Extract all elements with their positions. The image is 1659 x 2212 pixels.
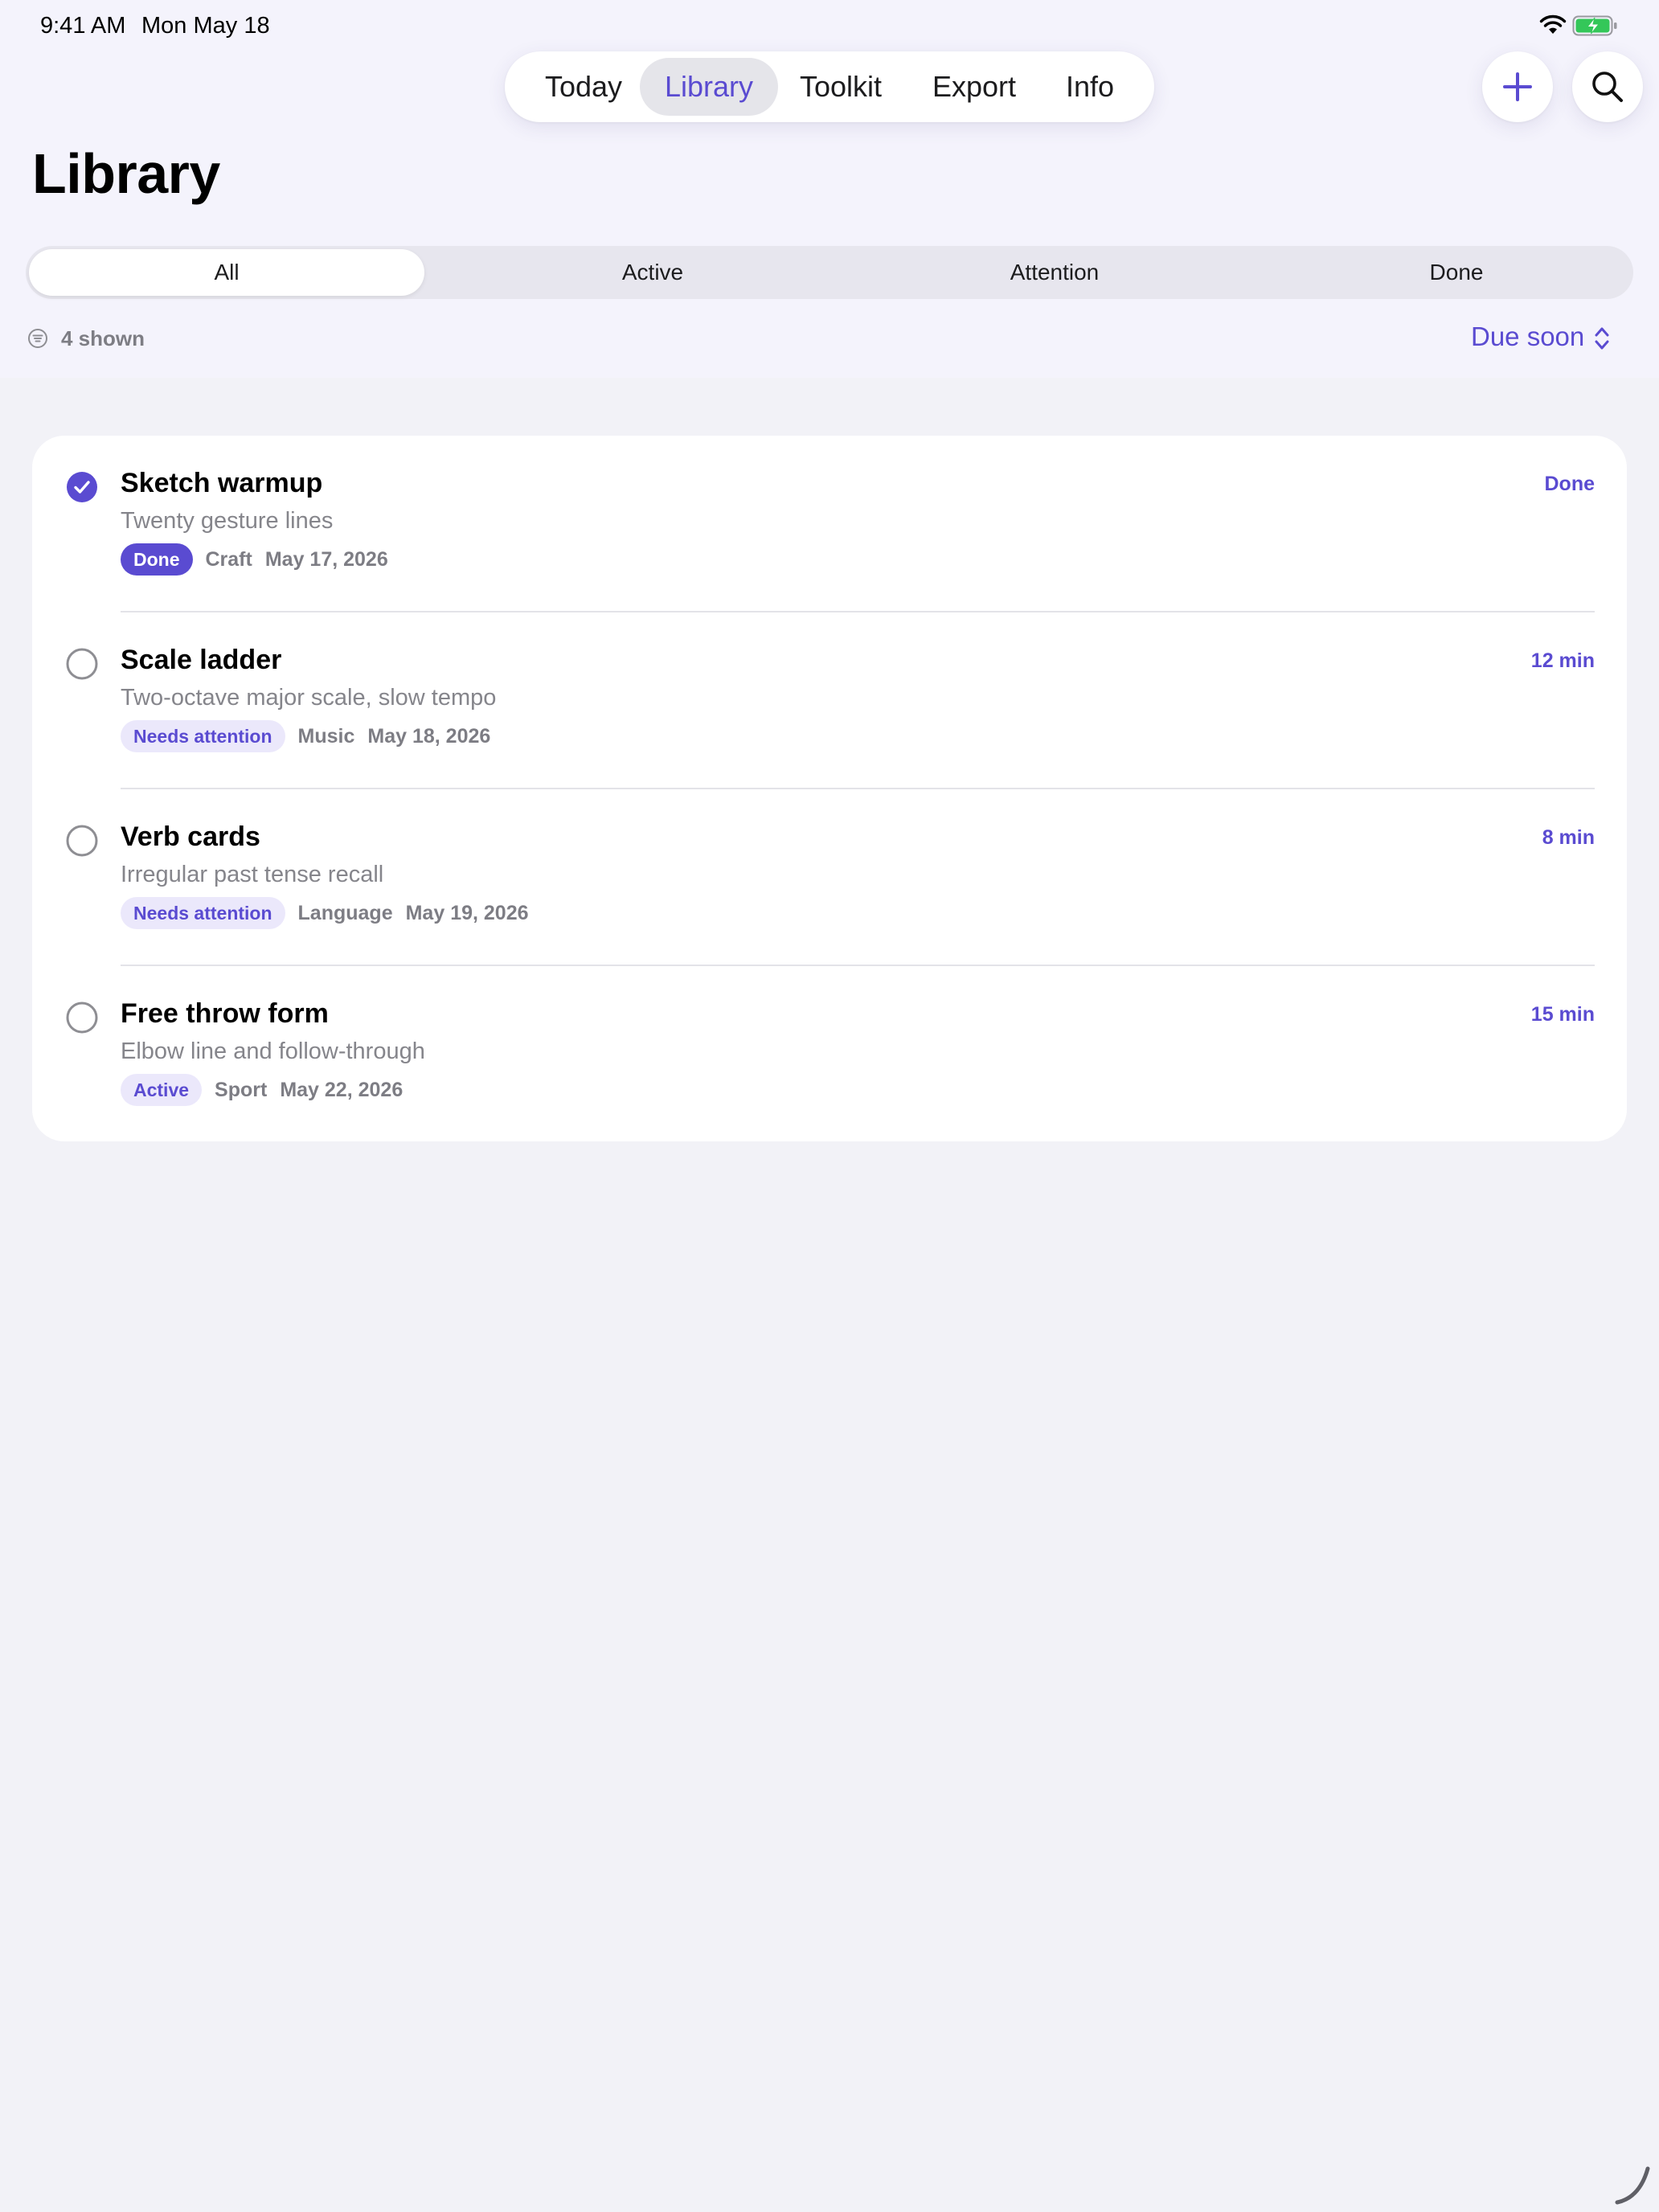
item-meta: Active Sport May 22, 2026	[121, 1074, 403, 1106]
filter-lines-icon	[28, 329, 47, 348]
item-title: Verb cards	[121, 821, 260, 852]
status-badge: Needs attention	[121, 720, 285, 752]
top-tab-bar: Today Library Toolkit Export Info	[505, 51, 1154, 122]
item-subtitle: Twenty gesture lines	[121, 508, 334, 534]
item-title: Sketch warmup	[121, 468, 323, 498]
item-duration: 15 min	[1530, 1003, 1595, 1026]
item-subtitle: Irregular past tense recall	[121, 862, 384, 887]
empty-circle-icon[interactable]	[66, 648, 98, 680]
item-meta: Needs attention Music May 18, 2026	[121, 720, 490, 752]
tab-today[interactable]: Today	[524, 58, 643, 116]
add-button[interactable]	[1482, 51, 1553, 122]
segment-done[interactable]: Done	[1256, 249, 1657, 296]
tab-toolkit[interactable]: Toolkit	[778, 58, 903, 116]
status-bar: 9:41 AM Mon May 18	[0, 0, 1659, 51]
wifi-icon	[1539, 14, 1567, 34]
item-date: May 22, 2026	[280, 1079, 403, 1101]
status-badge: Active	[121, 1074, 203, 1106]
tab-info[interactable]: Info	[1045, 58, 1135, 116]
item-title: Free throw form	[121, 998, 329, 1029]
page-title: Library	[32, 142, 220, 205]
tab-library[interactable]: Library	[640, 58, 778, 116]
list-item[interactable]: Free throw form Elbow line and follow-th…	[32, 966, 1627, 1143]
item-subtitle: Elbow line and follow-through	[121, 1038, 425, 1064]
list-item[interactable]: Scale ladder Two-octave major scale, slo…	[32, 612, 1627, 789]
empty-circle-icon[interactable]	[66, 825, 98, 857]
status-date: Mon May 18	[141, 13, 270, 39]
segment-all[interactable]: All	[29, 249, 424, 296]
status-badge: Needs attention	[121, 897, 285, 929]
status-time: 9:41 AM	[40, 13, 126, 39]
item-category: Language	[297, 902, 393, 924]
list-item[interactable]: Sketch warmup Twenty gesture lines Done C…	[32, 436, 1627, 612]
item-category: Music	[297, 725, 355, 748]
item-date: May 18, 2026	[367, 725, 491, 748]
item-duration: 12 min	[1530, 649, 1595, 672]
checked-circle-icon[interactable]	[66, 471, 98, 503]
window-resize-handle[interactable]	[1612, 2162, 1653, 2207]
item-date: May 17, 2026	[264, 548, 388, 571]
filter-segmented-control: All Active Attention Done	[26, 246, 1633, 299]
battery-charging-icon	[1572, 15, 1617, 36]
practice-list: Sketch warmup Twenty gesture lines Done C…	[32, 436, 1627, 1141]
item-title: Scale ladder	[121, 645, 282, 675]
item-category: Sport	[215, 1079, 268, 1101]
status-badge: Done	[121, 543, 193, 576]
item-subtitle: Two-octave major scale, slow tempo	[121, 685, 497, 711]
item-status: Done	[1544, 473, 1596, 495]
item-category: Craft	[205, 548, 252, 571]
search-icon	[1592, 72, 1623, 102]
item-meta: Needs attention Language May 19, 2026	[121, 897, 529, 929]
segment-active[interactable]: Active	[452, 249, 854, 296]
item-duration: 8 min	[1542, 826, 1595, 849]
chevron-up-down-icon	[1595, 327, 1609, 350]
item-date: May 19, 2026	[405, 902, 529, 924]
segment-attention[interactable]: Attention	[854, 249, 1256, 296]
sort-label: Due soon	[1471, 322, 1585, 351]
list-item[interactable]: Verb cards Irregular past tense recall N…	[32, 789, 1627, 966]
item-meta: Done Craft May 17, 2026	[121, 543, 388, 576]
tab-export[interactable]: Export	[903, 58, 1045, 116]
shown-count-label: 4 shown	[61, 326, 145, 350]
plus-icon	[1503, 72, 1532, 101]
empty-circle-icon[interactable]	[66, 1002, 98, 1034]
search-button[interactable]	[1572, 51, 1643, 122]
